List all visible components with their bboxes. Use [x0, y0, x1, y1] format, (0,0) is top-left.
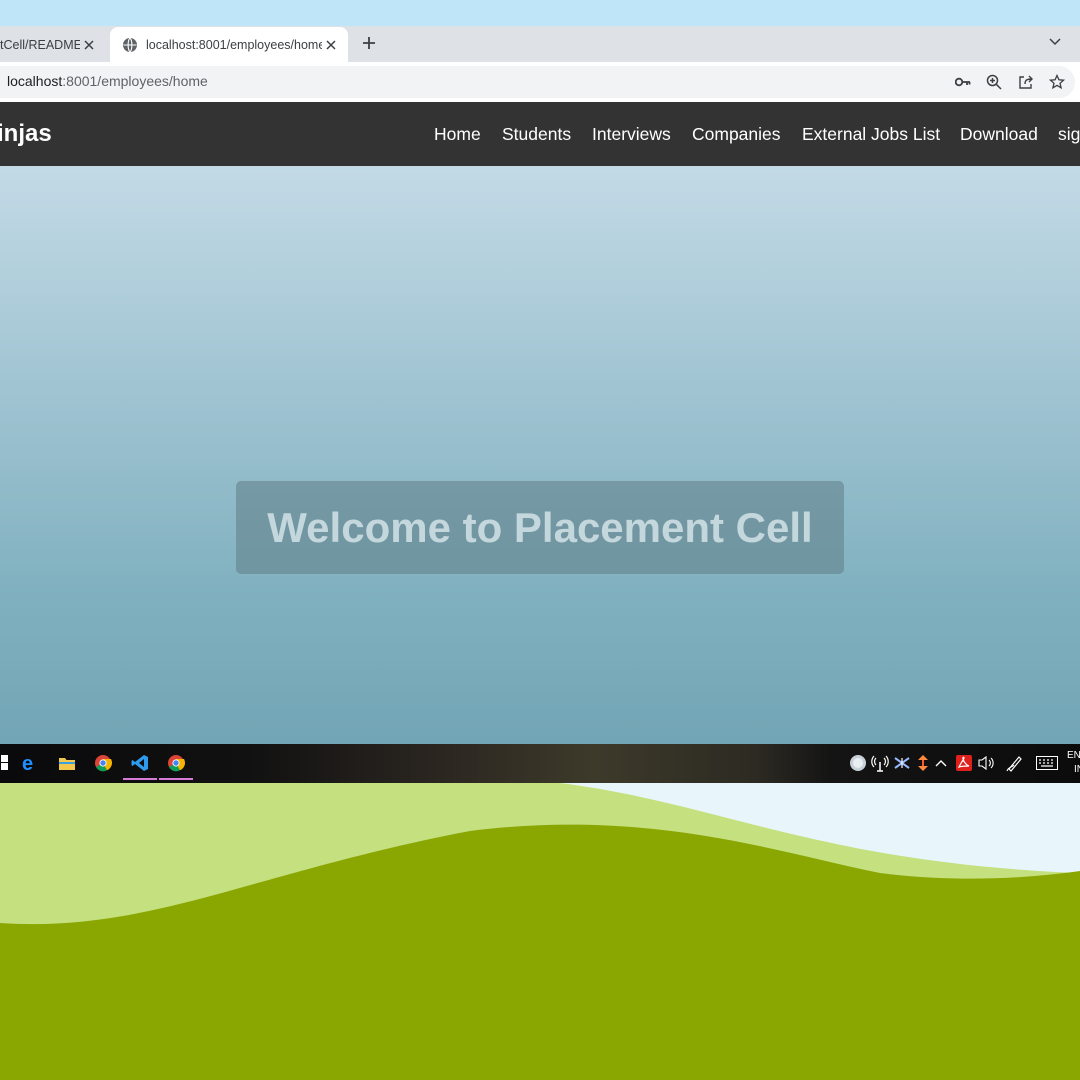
keyboard-icon[interactable]	[1035, 754, 1059, 772]
site-navbar: injas Home Students Interviews Companies…	[0, 102, 1080, 166]
new-tab-icon[interactable]	[358, 32, 380, 54]
language-code: EN	[1067, 750, 1080, 761]
tab-title: localhost:8001/employees/home	[146, 37, 322, 52]
chrome-icon[interactable]	[90, 750, 116, 776]
pen-icon[interactable]	[1006, 754, 1024, 772]
edge-icon[interactable]: e	[17, 750, 43, 776]
desktop-wallpaper	[0, 783, 1080, 1080]
start-icon[interactable]	[0, 750, 14, 776]
chrome-active-icon[interactable]	[159, 750, 193, 780]
active-app-indicator	[123, 778, 157, 780]
close-icon[interactable]	[322, 36, 340, 54]
nav-interviews[interactable]: Interviews	[592, 124, 671, 145]
close-icon[interactable]	[80, 36, 98, 54]
bluetooth-icon[interactable]	[893, 754, 911, 772]
tab-search-chevron-icon[interactable]	[1045, 32, 1065, 52]
nav-external-jobs-list[interactable]: External Jobs List	[802, 124, 940, 145]
url-path: :8001/employees/home	[62, 73, 208, 89]
windows-taskbar: e EN I	[0, 744, 1080, 783]
acrobat-icon[interactable]	[955, 754, 973, 772]
nav-download[interactable]: Download	[960, 124, 1038, 145]
nav-companies[interactable]: Companies	[692, 124, 781, 145]
url-text[interactable]: localhost:8001/employees/home	[7, 73, 208, 89]
address-bar-row: localhost:8001/employees/home	[0, 62, 1080, 102]
nav-home[interactable]: Home	[434, 124, 481, 145]
chevron-up-icon[interactable]	[932, 754, 950, 772]
antenna-icon[interactable]	[871, 754, 889, 772]
vscode-icon[interactable]	[123, 750, 157, 780]
file-explorer-icon[interactable]	[54, 750, 80, 776]
site-brand[interactable]: injas	[0, 120, 52, 148]
welcome-banner: Welcome to Placement Cell	[236, 481, 844, 574]
tab-employees-home[interactable]: localhost:8001/employees/home	[110, 27, 348, 62]
tab-strip: tCell/README.m localhost:8001/employees/…	[0, 26, 1080, 62]
tab-readme[interactable]: tCell/README.m	[0, 27, 112, 62]
url-host: localhost	[7, 73, 63, 89]
tab-title: tCell/README.m	[0, 37, 80, 52]
hero-section: Welcome to Placement Cell	[0, 166, 1080, 744]
language-indicator[interactable]: EN IN	[1067, 749, 1080, 777]
globe-icon	[123, 37, 137, 52]
screen: tCell/README.m localhost:8001/employees/…	[0, 0, 1080, 1080]
nav-sign[interactable]: sig	[1058, 124, 1080, 145]
welcome-title: Welcome to Placement Cell	[267, 503, 813, 551]
network-icon[interactable]	[849, 754, 867, 772]
key-icon[interactable]	[953, 72, 973, 92]
region-code: IN	[1074, 764, 1080, 775]
share-icon[interactable]	[1016, 72, 1036, 92]
zoom-icon[interactable]	[984, 72, 1004, 92]
active-app-indicator	[159, 778, 193, 780]
bookmark-star-icon[interactable]	[1047, 72, 1067, 92]
nav-students[interactable]: Students	[502, 124, 571, 145]
volume-icon[interactable]	[978, 754, 996, 772]
arrows-icon[interactable]	[914, 754, 932, 772]
svg-text:e: e	[22, 753, 33, 773]
